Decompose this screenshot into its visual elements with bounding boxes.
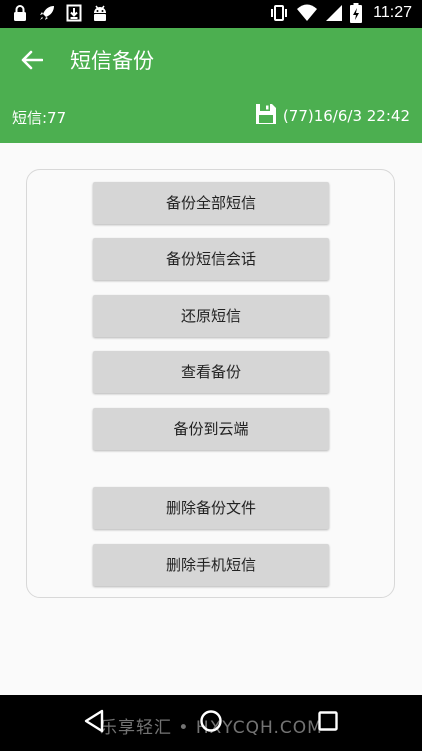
backup-all-sms-button[interactable]: 备份全部短信 <box>93 182 329 224</box>
last-backup-info: (77)16/6/3 22:42 <box>255 103 410 129</box>
floppy-disk-icon <box>255 103 277 129</box>
sms-count: 短信:77 <box>12 109 67 127</box>
delete-phone-sms-button[interactable]: 删除手机短信 <box>93 544 329 586</box>
arrow-left-icon <box>21 50 44 74</box>
restore-sms-button[interactable]: 还原短信 <box>93 295 329 337</box>
page-title: 短信备份 <box>70 49 154 73</box>
back-button[interactable] <box>14 46 50 78</box>
status-left-icons <box>12 4 108 22</box>
backup-actions-card: 备份全部短信 备份短信会话 还原短信 查看备份 备份到云端 删除备份文件 删除手… <box>26 169 395 598</box>
signal-icon <box>325 3 343 23</box>
status-bar: 11:27 <box>0 0 422 28</box>
download-icon <box>66 4 82 22</box>
backup-sms-conversation-button[interactable]: 备份短信会话 <box>93 238 329 280</box>
delete-backup-file-button[interactable]: 删除备份文件 <box>93 487 329 529</box>
rocket-icon <box>38 4 56 22</box>
view-backup-button[interactable]: 查看备份 <box>93 351 329 393</box>
app-bar: 短信备份 短信:77 (77)16/6/3 22:42 <box>0 28 422 143</box>
wifi-icon <box>296 3 318 23</box>
last-backup-text: (77)16/6/3 22:42 <box>282 107 410 125</box>
watermark: 乐享轻汇 • HXYCQH.COM <box>100 718 323 738</box>
android-icon <box>92 4 108 22</box>
navigation-bar: 乐享轻汇 • HXYCQH.COM <box>0 695 422 751</box>
vibrate-icon <box>269 3 289 23</box>
backup-to-cloud-button[interactable]: 备份到云端 <box>93 408 329 450</box>
lock-icon <box>12 4 28 22</box>
status-time: 11:27 <box>373 4 412 21</box>
battery-charging-icon <box>350 3 363 23</box>
status-right-icons: 11:27 <box>269 3 412 23</box>
